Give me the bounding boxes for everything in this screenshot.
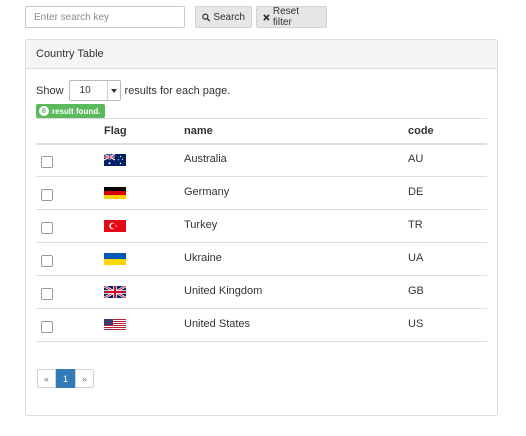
country-code: GB bbox=[408, 285, 424, 297]
search-button[interactable]: Search bbox=[195, 6, 252, 28]
show-label: Show bbox=[36, 84, 64, 97]
reset-filter-label: Reset filter bbox=[272, 6, 300, 28]
united-states-flag-icon bbox=[104, 319, 126, 331]
row-checkbox[interactable] bbox=[41, 255, 53, 267]
panel-title: Country Table bbox=[26, 40, 497, 69]
country-code: DE bbox=[408, 186, 424, 198]
header-flag: Flag bbox=[104, 124, 127, 137]
result-found-label: result found. bbox=[52, 106, 101, 116]
pagination-prev-button[interactable]: « bbox=[37, 369, 56, 388]
row-checkbox[interactable] bbox=[41, 288, 53, 300]
row-checkbox[interactable] bbox=[41, 189, 53, 201]
pagination-page-1[interactable]: 1 bbox=[56, 369, 75, 388]
table-row: Germany DE bbox=[36, 177, 487, 210]
header-name[interactable]: name bbox=[184, 119, 408, 144]
turkey-flag-icon bbox=[104, 220, 126, 232]
page-size-suffix: results for each page. bbox=[124, 84, 231, 97]
country-name: Turkey bbox=[184, 219, 218, 231]
page-size-select[interactable]: 10 bbox=[68, 80, 121, 101]
header-code[interactable]: code bbox=[408, 119, 487, 144]
search-button-label: Search bbox=[213, 11, 245, 23]
country-table: Flag name code Australia AU Germany DE T… bbox=[36, 118, 487, 342]
country-table-panel: Country Table Show 10 results for each p… bbox=[25, 39, 498, 416]
pagination: « 1 » bbox=[37, 369, 94, 388]
country-code: UA bbox=[408, 252, 424, 264]
country-code: US bbox=[408, 318, 424, 330]
pagination-next-button[interactable]: » bbox=[75, 369, 94, 388]
united-kingdom-flag-icon bbox=[104, 286, 126, 298]
table-row: United Kingdom GB bbox=[36, 276, 487, 309]
table-row: Turkey TR bbox=[36, 210, 487, 243]
search-icon bbox=[202, 13, 211, 21]
caret-down-icon bbox=[106, 81, 120, 100]
country-name: Ukraine bbox=[184, 252, 222, 264]
germany-flag-icon bbox=[104, 187, 126, 199]
country-name: United Kingdom bbox=[184, 285, 263, 297]
country-code: AU bbox=[408, 153, 424, 166]
ukraine-flag-icon bbox=[104, 253, 126, 265]
table-row: Australia AU bbox=[36, 144, 487, 177]
country-name: United States bbox=[184, 318, 251, 330]
close-icon bbox=[263, 13, 270, 21]
search-input[interactable] bbox=[25, 6, 185, 28]
result-count: 6 bbox=[39, 106, 49, 116]
row-checkbox[interactable] bbox=[41, 321, 53, 333]
table-header-row: Flag name code bbox=[36, 118, 487, 144]
country-name: Australia bbox=[184, 153, 227, 166]
row-checkbox[interactable] bbox=[41, 222, 53, 234]
country-name: Germany bbox=[184, 186, 230, 198]
country-code: TR bbox=[408, 219, 423, 231]
result-found-badge: 6 result found. bbox=[36, 104, 106, 118]
reset-filter-button[interactable]: Reset filter bbox=[256, 6, 327, 28]
page-size-row: Show 10 results for each page. bbox=[36, 80, 230, 101]
page-size-value: 10 bbox=[79, 85, 91, 96]
header-select bbox=[36, 119, 104, 144]
row-checkbox[interactable] bbox=[41, 156, 53, 169]
australia-flag-icon bbox=[104, 154, 126, 167]
table-row: Ukraine UA bbox=[36, 243, 487, 276]
table-row: United States US bbox=[36, 309, 487, 342]
